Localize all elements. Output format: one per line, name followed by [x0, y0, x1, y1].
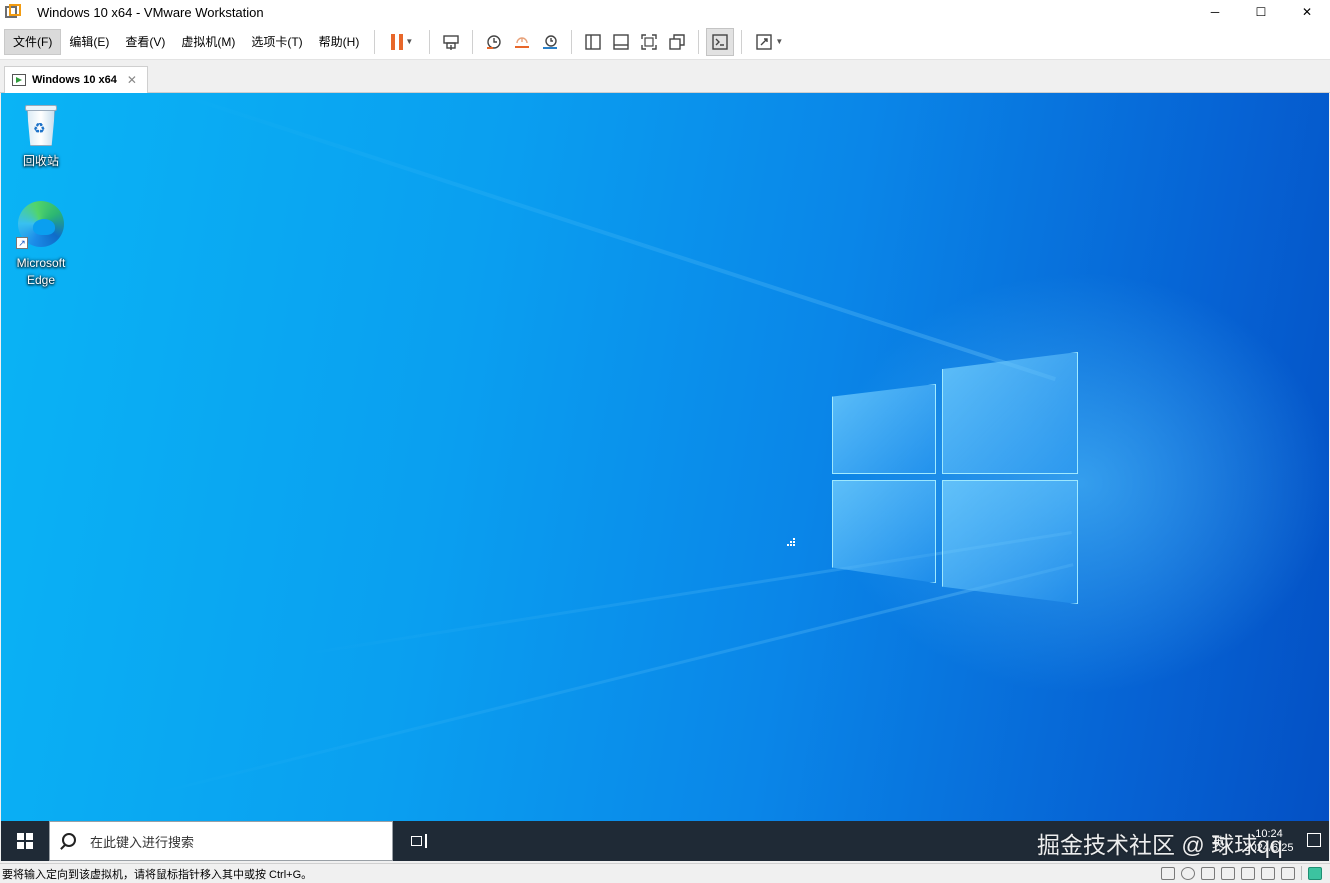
window-title: Windows 10 x64 - VMware Workstation — [37, 4, 264, 20]
minimize-button[interactable]: ─ — [1192, 0, 1238, 24]
status-divider — [1301, 866, 1302, 880]
snapshot-button[interactable] — [480, 28, 508, 56]
taskbar-search-box[interactable]: 在此键入进行搜索 — [49, 821, 393, 861]
console-icon — [712, 33, 729, 50]
thumbnail-bar-icon — [613, 33, 630, 50]
desktop-icon-label: Microsoft Edge — [16, 256, 66, 287]
printer-icon[interactable] — [1241, 866, 1255, 880]
chevron-down-icon: ▼ — [775, 37, 784, 46]
unity-button[interactable] — [663, 28, 691, 56]
task-view-button[interactable] — [395, 821, 443, 861]
recycle-bin-icon: ♻ — [22, 103, 60, 147]
guest-desktop[interactable]: ♻ 回收站 ↗ Microsoft Edge — [1, 93, 1329, 821]
watermark: 掘金技术社区 @ 球球qq — [1037, 832, 1283, 858]
toolbar-divider — [374, 29, 376, 54]
vm-running-icon — [12, 74, 26, 86]
show-library-button[interactable] — [579, 28, 607, 56]
send-ctrl-alt-del-icon — [443, 34, 460, 50]
tab-windows-10-x64[interactable]: Windows 10 x64 ✕ — [4, 66, 148, 93]
microsoft-edge-icon: ↗ — [16, 199, 66, 249]
hard-disk-icon[interactable] — [1161, 866, 1175, 880]
toolbar-divider — [698, 29, 700, 54]
menu-tabs[interactable]: 选项卡(T) — [243, 29, 310, 55]
tab-close-icon[interactable]: ✕ — [127, 73, 137, 87]
window-controls: ─ ☐ ✕ — [1192, 0, 1330, 24]
full-screen-button[interactable] — [635, 28, 663, 56]
menu-vm[interactable]: 虚拟机(M) — [173, 29, 243, 55]
console-view-button[interactable] — [706, 27, 735, 56]
revert-snapshot-button[interactable] — [508, 28, 536, 56]
status-message: 要将输入定向到该虚拟机，请将鼠标指针移入其中或按 Ctrl+G。 — [2, 868, 313, 881]
menu-edit[interactable]: 编辑(E) — [61, 29, 117, 55]
snapshot-icon — [487, 34, 502, 49]
unity-icon — [669, 33, 686, 50]
usb-controller-icon[interactable] — [1221, 866, 1235, 880]
sound-card-icon[interactable] — [1261, 866, 1275, 880]
menu-toolbar: 文件(F) 编辑(E) 查看(V) 虚拟机(M) 选项卡(T) 帮助(H) ▼ — [0, 24, 1330, 60]
search-icon — [62, 832, 76, 847]
notification-center-icon[interactable] — [1307, 833, 1321, 847]
vmware-logo-icon — [5, 4, 21, 20]
cursor-icon — [787, 538, 797, 548]
stretch-icon — [756, 33, 773, 50]
desktop-icon-recycle-bin[interactable]: ♻ 回收站 — [3, 103, 79, 170]
menu-view[interactable]: 查看(V) — [117, 29, 173, 55]
message-log-icon[interactable] — [1308, 866, 1322, 880]
show-library-icon — [585, 33, 602, 50]
light-beam — [179, 93, 1056, 382]
logo-pane-bottom-right — [942, 480, 1078, 604]
stretch-button[interactable]: ▼ — [749, 28, 789, 56]
display-icon[interactable] — [1281, 866, 1295, 880]
vm-tab-bar: Windows 10 x64 ✕ — [0, 60, 1330, 93]
send-ctrl-alt-del-button[interactable] — [437, 28, 465, 56]
desktop-icon-label: 回收站 — [22, 154, 59, 168]
shortcut-arrow-icon: ↗ — [16, 237, 28, 249]
cd-dvd-icon[interactable] — [1181, 866, 1195, 880]
pause-button[interactable]: ▼ — [382, 28, 422, 56]
windows-start-icon — [17, 833, 33, 849]
toolbar-divider — [429, 29, 431, 54]
toolbar-divider — [571, 29, 573, 54]
maximize-button[interactable]: ☐ — [1238, 0, 1284, 24]
menu-file[interactable]: 文件(F) — [4, 28, 62, 55]
snapshot-manager-button[interactable] — [536, 28, 564, 56]
logo-pane-top-left — [832, 384, 936, 474]
task-view-icon — [411, 836, 422, 846]
chevron-down-icon: ▼ — [405, 37, 414, 46]
light-beam — [151, 563, 1074, 796]
close-button[interactable]: ✕ — [1284, 0, 1330, 24]
thumbnail-bar-button[interactable] — [607, 28, 635, 56]
device-status-icons — [1161, 866, 1322, 880]
tab-label: Windows 10 x64 — [32, 74, 117, 86]
toolbar-divider — [741, 29, 743, 54]
network-adapter-icon[interactable] — [1201, 866, 1215, 880]
title-bar: Windows 10 x64 - VMware Workstation ─ ☐ … — [0, 0, 1330, 24]
start-button[interactable] — [1, 821, 49, 861]
snapshot-manager-icon — [543, 34, 558, 49]
status-bar: 要将输入定向到该虚拟机，请将鼠标指针移入其中或按 Ctrl+G。 — [0, 863, 1330, 883]
toolbar-divider — [472, 29, 474, 54]
logo-pane-bottom-left — [832, 480, 936, 583]
revert-snapshot-icon — [515, 36, 530, 48]
search-placeholder: 在此键入进行搜索 — [90, 834, 195, 850]
logo-pane-top-right — [942, 352, 1078, 474]
desktop-icon-microsoft-edge[interactable]: ↗ Microsoft Edge — [3, 199, 79, 289]
full-screen-icon — [641, 33, 658, 50]
menu-help[interactable]: 帮助(H) — [311, 29, 368, 55]
pause-icon — [391, 33, 404, 50]
